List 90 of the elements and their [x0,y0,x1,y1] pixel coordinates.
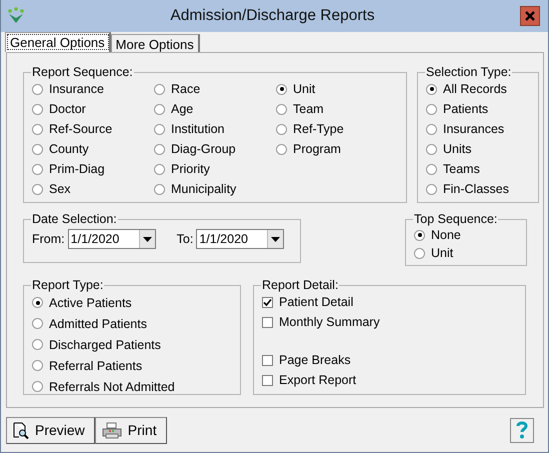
option-label: Ref-Source [49,122,112,136]
option-label: Active Patients [49,296,132,310]
option-label: Patient Detail [279,295,354,309]
help-icon [516,421,528,439]
tab[interactable]: More Options [110,34,200,52]
option-label: Insurances [443,122,504,136]
option-label: Unit [431,246,454,260]
option-label: Unit [293,82,316,96]
radio-button[interactable] [32,144,43,154]
date-dropdown[interactable]: 1/1/2020 [196,229,284,249]
radio-button[interactable] [154,84,165,94]
option-label: Program [293,142,341,156]
radio-button[interactable] [426,104,437,114]
radio-button[interactable] [32,360,43,371]
radio-button[interactable] [426,164,437,174]
option-label: Municipality [171,182,236,196]
radio-button[interactable] [426,84,437,94]
group-title: Report Type: [31,278,104,292]
option-label: Export Report [279,373,356,387]
option-label: County [49,142,89,156]
printer-icon [102,422,122,438]
option-label: All Records [443,82,507,96]
radio-button[interactable] [276,84,287,94]
field-label: From: [32,232,65,246]
option-label: Fin-Classes [443,182,509,196]
preview-button[interactable]: Preview [6,416,95,444]
radio-button[interactable] [154,164,165,174]
radio-button[interactable] [32,318,43,329]
radio-button[interactable] [426,124,437,134]
radio-button[interactable] [276,104,287,114]
option-label: Sex [49,182,71,196]
radio-button[interactable] [32,297,43,308]
dropdown-arrow-icon [271,236,280,242]
radio-button[interactable] [154,124,165,134]
help-button[interactable] [510,418,534,442]
option-label: Priority [171,162,210,176]
app-logo-icon [7,7,25,25]
option-label: Referral Patients [49,358,142,372]
checkbox[interactable] [262,374,273,386]
option-label: Prim-Diag [49,162,105,176]
tab[interactable]: General Options [5,32,111,52]
option-label: Referrals Not Admitted [49,380,175,394]
group-title: Report Detail: [261,278,340,292]
option-label: Age [171,102,194,116]
group-title: Date Selection: [31,212,118,226]
option-label: Doctor [49,102,86,116]
radio-button[interactable] [32,381,43,392]
option-label: Teams [443,162,480,176]
checkbox[interactable] [262,354,273,366]
option-label: Patients [443,102,488,116]
checkbox[interactable] [262,296,273,308]
option-label: Ref-Type [293,122,344,136]
option-label: Insurance [49,82,104,96]
radio-button[interactable] [32,84,43,94]
field-label: To: [176,232,194,246]
radio-button[interactable] [426,184,437,194]
radio-button[interactable] [32,339,43,350]
option-label: Institution [171,122,225,136]
option-label: Page Breaks [279,353,351,367]
option-label: Admitted Patients [49,316,147,330]
radio-button[interactable] [414,248,425,258]
option-label: Race [171,82,200,96]
radio-button[interactable] [426,144,437,154]
group-title: Selection Type: [425,65,512,79]
option-label: Units [443,142,472,156]
dropdown-arrow-icon [142,236,152,242]
checkbox[interactable] [262,316,273,328]
radio-button[interactable] [276,124,287,134]
print-button[interactable]: Print [94,416,167,444]
close-icon [525,11,535,21]
group-title: Report Sequence: [31,65,134,79]
radio-button[interactable] [32,124,43,134]
close-button[interactable] [520,6,540,26]
group-title: Top Sequence: [413,212,498,226]
date-dropdown[interactable]: 1/1/2020 [68,229,156,249]
radio-button[interactable] [32,184,43,194]
option-label: Diag-Group [171,142,236,156]
option-label: Monthly Summary [279,315,380,329]
option-label: Team [293,102,324,116]
radio-button[interactable] [154,104,165,114]
option-label: Discharged Patients [49,338,161,352]
radio-button[interactable] [414,230,425,240]
window-title: Admission/Discharge Reports [169,7,376,25]
radio-button[interactable] [32,164,43,174]
document-magnifier-icon [13,422,29,438]
radio-button[interactable] [154,144,165,154]
option-label: None [431,228,461,242]
radio-button[interactable] [154,184,165,194]
radio-button[interactable] [276,144,287,154]
radio-button[interactable] [32,104,43,114]
